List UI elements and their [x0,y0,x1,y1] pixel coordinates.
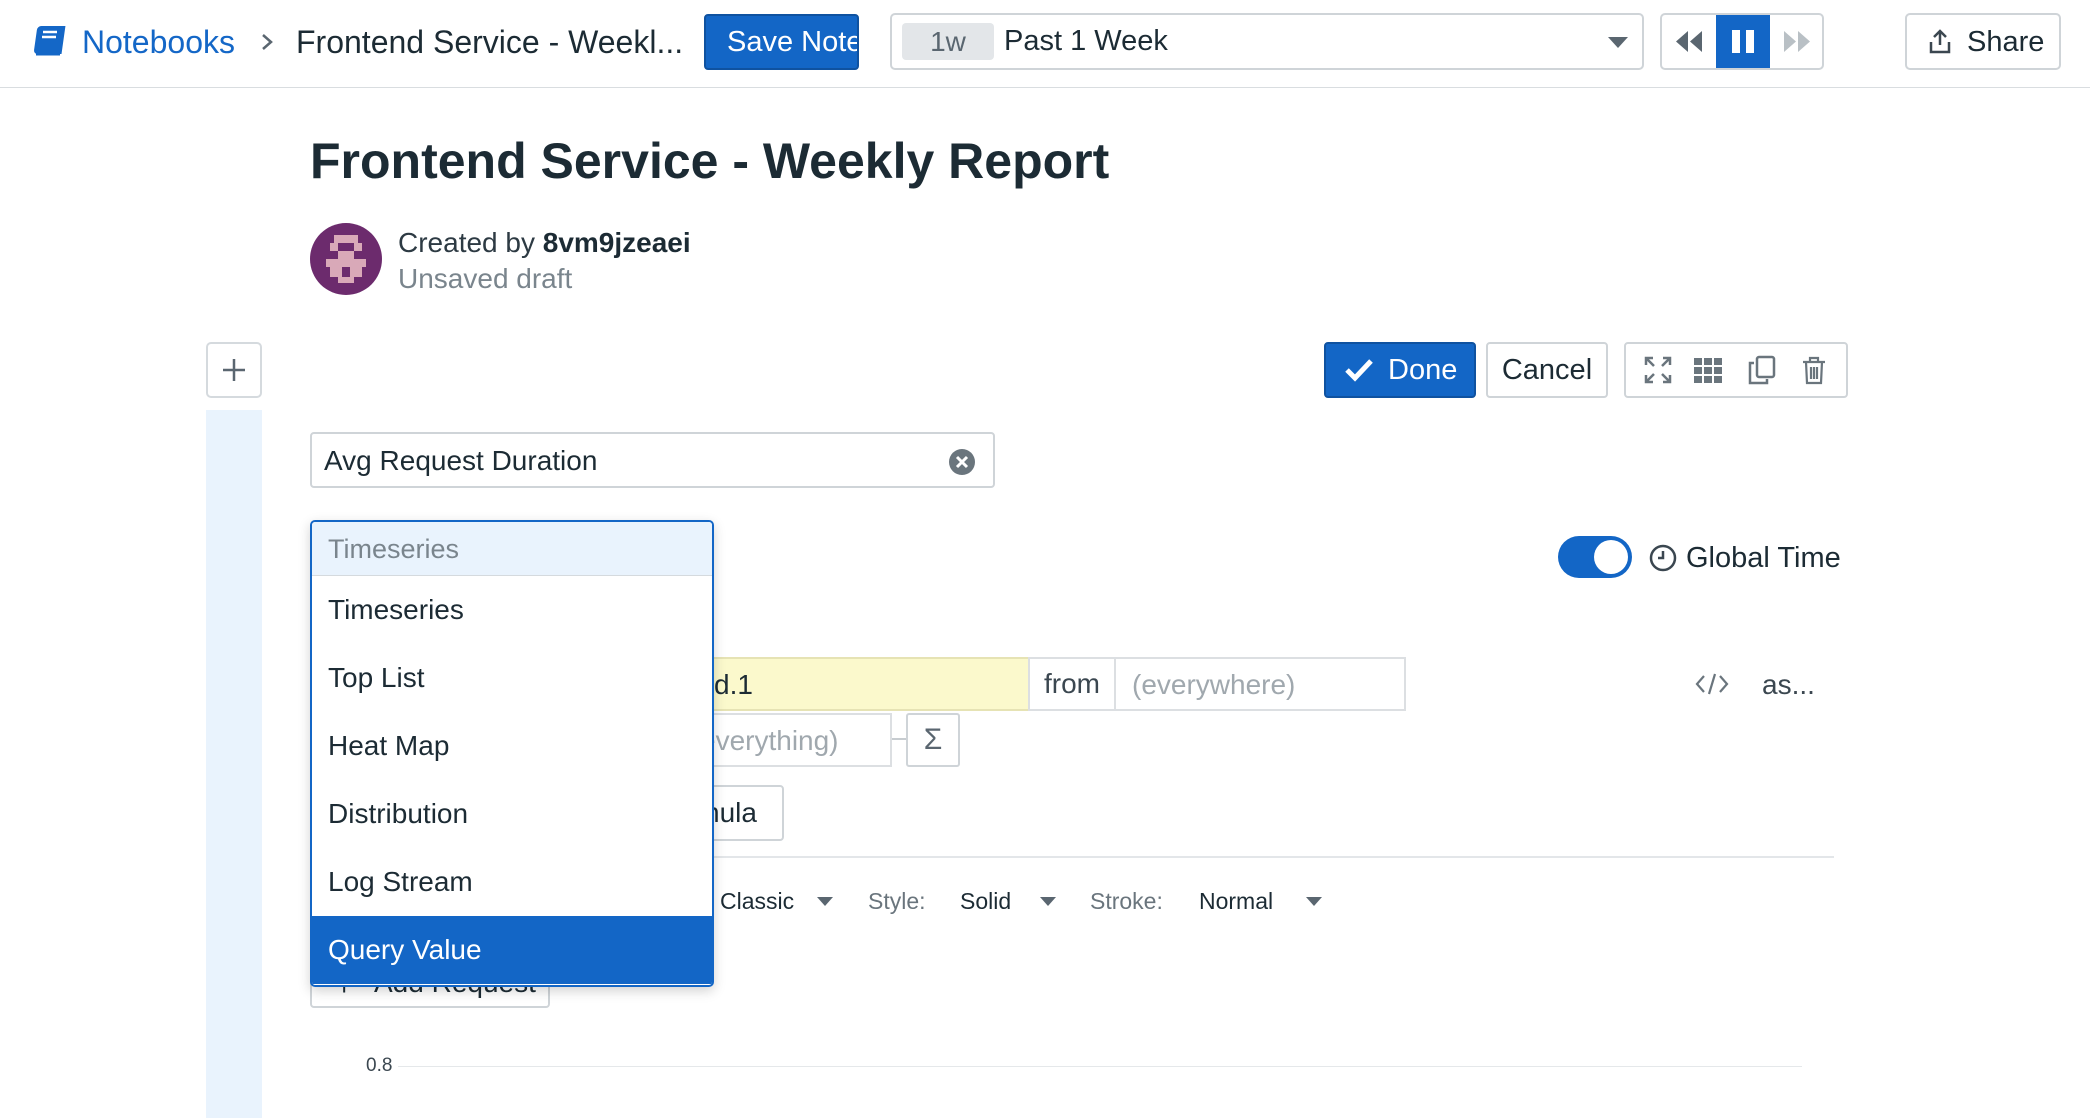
pause-button[interactable] [1716,15,1770,68]
stroke-label: Stroke: [1090,888,1163,914]
clock-icon [1649,544,1677,572]
clone-icon[interactable] [1746,354,1778,386]
caret-down-icon[interactable] [1040,897,1056,906]
done-button[interactable]: Done [1324,342,1476,398]
viz-option-heat-map[interactable]: Heat Map [312,712,712,780]
author-name[interactable]: 8vm9jzeaei [543,227,691,258]
fast-forward-icon [1784,31,1810,52]
chart-y-tick: 0.8 [366,1055,393,1076]
chart-gridline [398,1066,1802,1067]
cell-tools [1624,342,1848,398]
identicon-icon [326,235,366,283]
viz-option-query-value[interactable]: Query Value [312,916,712,984]
style-label: Style: [868,888,926,914]
notebook-icon[interactable] [30,22,66,62]
code-icon[interactable] [1694,670,1730,698]
plus-icon [223,359,245,381]
pause-icon [1732,30,1754,53]
fast-forward-button[interactable] [1770,15,1822,68]
save-notebook-button[interactable]: Save Notebook [704,14,859,70]
viz-option-log-stream[interactable]: Log Stream [312,848,712,916]
toggle-knob [1594,540,1628,574]
time-range-picker[interactable]: 1w Past 1 Week [890,13,1644,70]
caret-down-icon[interactable] [1306,897,1322,906]
playback-controls [1660,13,1824,70]
function-button[interactable]: Σ [906,713,960,767]
expand-icon[interactable] [1642,354,1674,386]
connector-line [892,738,906,740]
created-by: Created by 8vm9jzeaei [398,226,691,260]
avg-by-placeholder: everything) [700,725,839,756]
clear-icon[interactable] [948,448,976,476]
global-time-toggle[interactable] [1558,536,1632,578]
from-label: from [1028,657,1116,711]
page-title: Frontend Service - Weekly Report [310,133,1110,189]
dropdown-selected-value[interactable]: Timeseries [312,522,712,576]
share-button[interactable]: Share [1905,13,2061,70]
created-by-prefix: Created by [398,227,543,258]
top-bar: Notebooks Frontend Service - Weekl... Sa… [0,0,2090,88]
time-range-label: Past 1 Week [1004,25,1168,57]
time-range-chip: 1w [902,23,994,60]
avatar [310,223,382,295]
stroke-select[interactable]: Normal [1199,884,1273,918]
rewind-button[interactable] [1662,15,1716,68]
style-select[interactable]: Solid [960,884,1011,918]
trash-icon[interactable] [1798,354,1830,386]
palette-select[interactable]: Classic [720,884,794,918]
share-icon [1929,29,1951,54]
metric-value: d.1 [714,669,753,700]
viz-option-timeseries[interactable]: Timeseries [312,576,712,644]
cancel-button[interactable]: Cancel [1486,342,1608,398]
scope-placeholder: (everywhere) [1132,669,1296,700]
viz-option-distribution[interactable]: Distribution [312,780,712,848]
viz-option-top-list[interactable]: Top List [312,644,712,712]
cell-edit-rail [206,410,262,1118]
check-icon [1345,359,1373,382]
graph-title-input[interactable]: Avg Request Duration [310,432,995,488]
dropdown-selected-label: Timeseries [328,534,460,564]
breadcrumb-current: Frontend Service - Weekl... [296,24,684,60]
caret-down-icon[interactable] [817,897,833,906]
graph-title-value: Avg Request Duration [324,445,598,476]
rewind-icon [1676,31,1702,52]
divider [700,856,1834,858]
metric-input[interactable]: d.1 [660,657,1030,711]
draft-status: Unsaved draft [398,263,573,294]
scope-input[interactable]: (everywhere) [1114,657,1406,711]
add-cell-button[interactable] [206,342,262,398]
done-label: Done [1388,354,1458,386]
caret-down-icon [1608,37,1628,48]
alias-link[interactable]: as... [1762,667,1815,703]
chevron-right-icon [262,34,273,50]
visualization-type-dropdown[interactable]: Timeseries Timeseries Top List Heat Map … [310,520,714,987]
grid-icon[interactable] [1692,354,1724,386]
share-label: Share [1967,26,2045,58]
global-time-label: Global Time [1686,542,1841,574]
breadcrumb-notebooks-link[interactable]: Notebooks [82,20,235,64]
